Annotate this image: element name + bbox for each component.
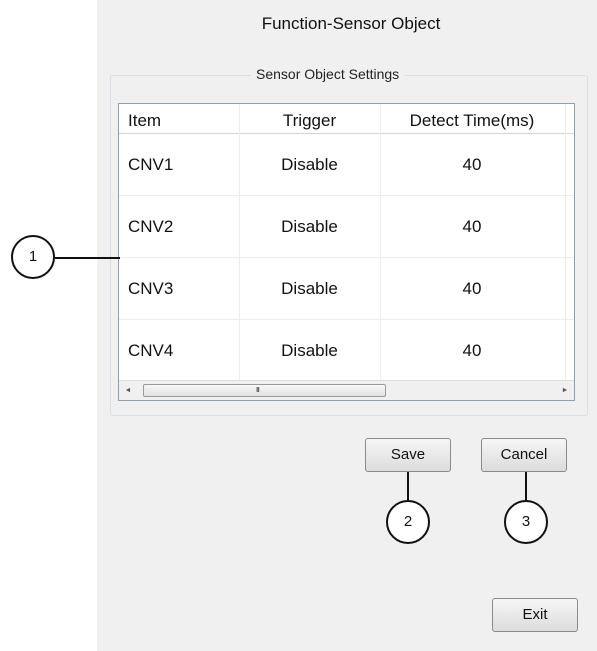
cell-detect-time[interactable]: 40 (380, 134, 564, 196)
horizontal-scrollbar[interactable]: ◄ III ► (119, 380, 574, 400)
table-row[interactable]: CNV4 Disable 40 (119, 320, 574, 382)
callout-leader-line (55, 257, 120, 259)
save-button[interactable]: Save (365, 438, 451, 472)
callout-leader-line (407, 472, 409, 501)
scrollbar-thumb[interactable]: III (143, 384, 386, 397)
scroll-right-arrow-icon[interactable]: ► (558, 383, 572, 399)
cell-detect-time[interactable]: 40 (380, 258, 564, 320)
column-header-detect-time[interactable]: Detect Time(ms) (380, 104, 564, 134)
table-row[interactable]: CNV3 Disable 40 (119, 258, 574, 320)
cell-item: CNV3 (128, 279, 174, 298)
cell-item: CNV2 (128, 217, 174, 236)
cell-trigger[interactable]: Disable (239, 258, 380, 320)
cell-trigger[interactable]: Disable (239, 196, 380, 258)
exit-button[interactable]: Exit (492, 598, 578, 632)
table-row[interactable]: CNV2 Disable 40 (119, 196, 574, 258)
window-title: Function-Sensor Object (261, 14, 441, 33)
callout-leader-line (525, 472, 527, 501)
cell-detect-time[interactable]: 40 (380, 320, 564, 382)
column-header-trigger[interactable]: Trigger (239, 104, 380, 134)
cancel-button[interactable]: Cancel (481, 438, 567, 472)
table-header: Item Trigger Detect Time(ms) (119, 104, 574, 134)
table-row[interactable]: CNV1 Disable 40 (119, 134, 574, 196)
cell-trigger[interactable]: Disable (239, 134, 380, 196)
sensor-settings-table[interactable]: Item Trigger Detect Time(ms) CNV1 Disabl… (118, 103, 575, 401)
callout-marker-3: 3 (504, 500, 548, 544)
scroll-left-arrow-icon[interactable]: ◄ (121, 383, 135, 399)
callout-marker-1: 1 (11, 235, 55, 279)
groupbox-label: Sensor Object Settings (251, 66, 405, 82)
callout-marker-2: 2 (386, 500, 430, 544)
scrollbar-grip-icon: III (256, 387, 260, 394)
cell-item: CNV1 (128, 155, 174, 174)
cell-detect-time[interactable]: 40 (380, 196, 564, 258)
cell-trigger[interactable]: Disable (239, 320, 380, 382)
cell-item: CNV4 (128, 341, 174, 360)
column-header-item[interactable]: Item (128, 104, 161, 134)
